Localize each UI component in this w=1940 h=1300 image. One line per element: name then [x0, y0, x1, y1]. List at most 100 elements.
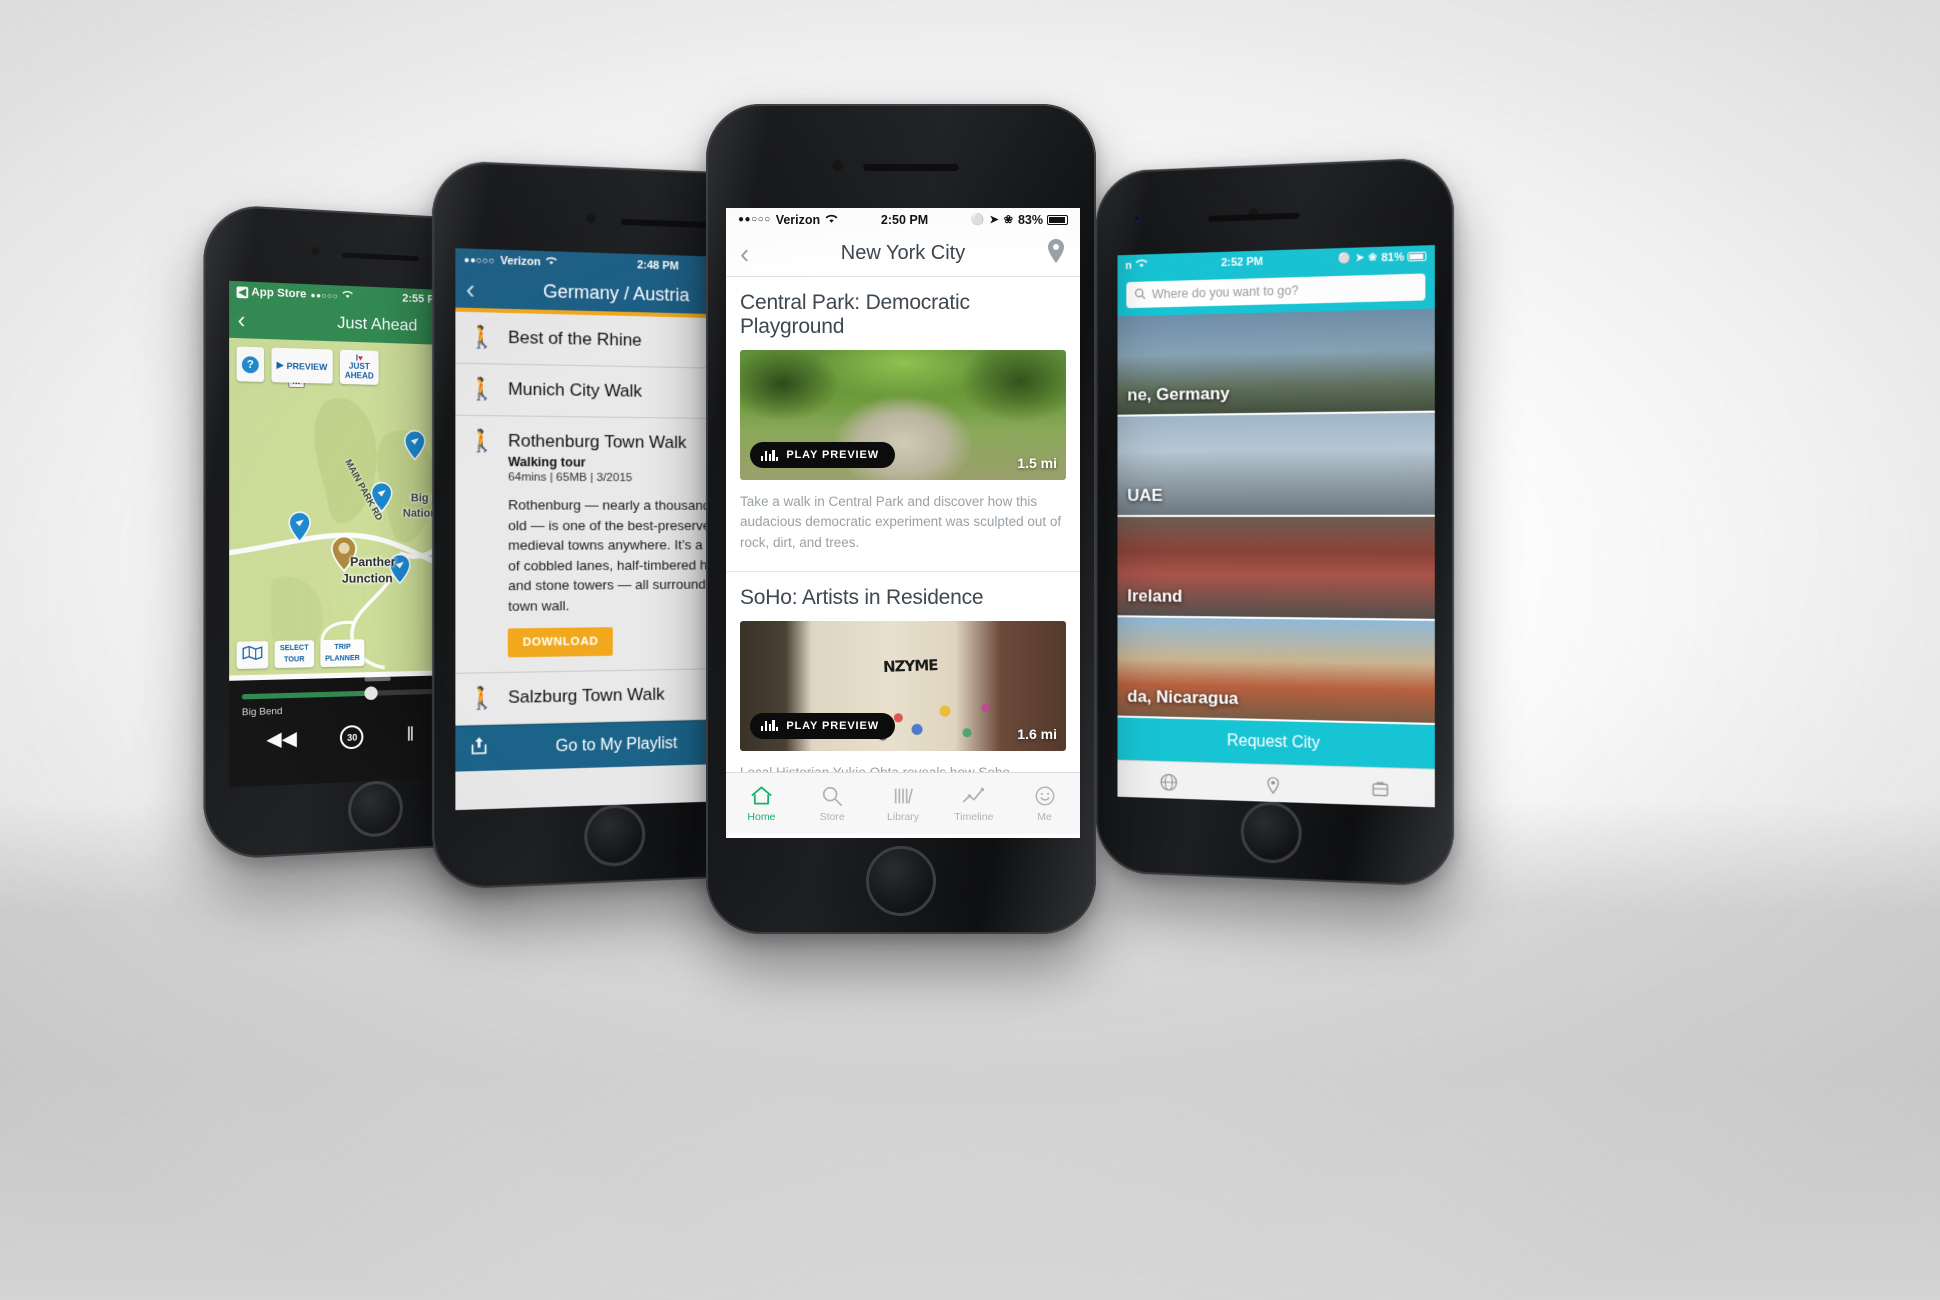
walking-icon: 🚶: [468, 686, 496, 712]
trips-icon: [1370, 778, 1391, 802]
tour-description: Take a walk in Central Park and discover…: [740, 494, 1062, 550]
distance-badge: 1.6 mi: [1017, 725, 1057, 742]
tab-label: Map: [1159, 798, 1178, 808]
phone4-screen: n 2:52 PM ⚪ ➤ ❀ 81% Where do you want to…: [1117, 245, 1435, 808]
preview-label: PREVIEW: [286, 360, 328, 372]
carrier-label: n: [1125, 259, 1132, 272]
search-icon: [1134, 287, 1146, 302]
preview-button[interactable]: ▶ PREVIEW: [271, 347, 333, 384]
back-button[interactable]: ‹: [466, 273, 475, 304]
search-icon: [821, 785, 843, 807]
tab-me[interactable]: Me: [1009, 773, 1080, 834]
play-preview-label: PLAY PREVIEW: [786, 449, 880, 461]
phone3-nav-bar: ‹ New York City: [726, 231, 1080, 277]
tour-description: Local Historian Yukie Ohta reveals how S…: [740, 763, 1066, 772]
battery-icon: [1407, 251, 1427, 262]
map-pin[interactable]: [288, 511, 311, 548]
wifi-icon: [545, 256, 557, 269]
home-button[interactable]: [1240, 800, 1302, 865]
home-button[interactable]: [866, 846, 936, 916]
page-title: New York City: [840, 242, 966, 264]
rewind-button[interactable]: ◀◀: [266, 727, 297, 752]
tour-photo-soho[interactable]: NZYME PLAY PREVIEW 1.6 mi: [740, 620, 1066, 751]
city-name: UAE: [1127, 485, 1163, 505]
tour-feed[interactable]: Central Park: Democratic Playground PLAY…: [726, 277, 1080, 772]
trip-planner-line1: TRIP: [334, 643, 351, 652]
drag-handle[interactable]: [364, 676, 391, 682]
select-tour-line1: SELECT: [279, 644, 309, 653]
signal-dots: ●●○○○: [463, 254, 495, 266]
play-preview-button[interactable]: PLAY PREVIEW: [750, 712, 896, 739]
city-name: da, Nicaragua: [1127, 686, 1239, 709]
phone3-status-bar: ●●○○○ Verizon 2:50 PM ⚪ ➤ ❀ 83%: [726, 208, 1080, 231]
tab-label: Home: [747, 810, 776, 823]
search-input[interactable]: Where do you want to go?: [1126, 273, 1426, 309]
tab-timeline[interactable]: Timeline: [938, 773, 1009, 834]
phone-city-list: n 2:52 PM ⚪ ➤ ❀ 81% Where do you want to…: [1096, 156, 1454, 888]
i-love-just-ahead-button[interactable]: I♥ JUST AHEAD: [339, 349, 379, 386]
location-arrow-icon: ➤: [989, 214, 999, 226]
battery-icon: [1047, 214, 1068, 225]
tab-home[interactable]: Home: [726, 773, 797, 834]
wifi-icon: [1135, 258, 1148, 271]
pin-icon: [1263, 775, 1283, 799]
graffiti-texture: [863, 667, 1021, 751]
tab-library[interactable]: Library: [868, 773, 939, 834]
map-bottom-button-row: SELECT TOUR TRIP PLANNER: [236, 639, 365, 670]
tab-places[interactable]: Places: [1221, 764, 1327, 807]
battery-percent: 83%: [1017, 212, 1043, 227]
tour-title: SoHo: Artists in Residence: [740, 585, 984, 609]
tab-my-trips[interactable]: My Trips: [1326, 767, 1434, 807]
pause-button[interactable]: ‖: [406, 724, 414, 747]
select-tour-line2: TOUR: [283, 655, 305, 664]
tab-store[interactable]: Store: [797, 773, 868, 834]
wifi-icon: [342, 290, 353, 303]
phone4-tab-bar: Map Places My Trips: [1117, 759, 1435, 808]
tour-card[interactable]: SoHo: Artists in Residence NZYME PLAY PR…: [726, 572, 1080, 772]
phone3-tab-bar: Home Store Library Timeline Me: [726, 772, 1080, 834]
tab-label: Library: [886, 810, 920, 823]
back-to-app-store-chevron: ◀: [236, 285, 249, 298]
smiley-icon: [1034, 785, 1056, 807]
back-button[interactable]: ‹: [740, 239, 749, 268]
carrier-label: Verizon: [500, 254, 541, 268]
back-app-label: App Store: [251, 285, 307, 301]
camera-ring: [832, 160, 843, 171]
city-card[interactable]: UAE: [1117, 412, 1435, 517]
trip-planner-button[interactable]: TRIP PLANNER: [319, 639, 365, 668]
clock: 2:48 PM: [637, 258, 679, 273]
city-name: Ireland: [1127, 586, 1183, 606]
play-preview-button[interactable]: PLAY PREVIEW: [750, 442, 896, 468]
equalizer-icon: [761, 449, 779, 461]
home-button[interactable]: [584, 803, 646, 868]
skip-back-30-button[interactable]: 30: [340, 724, 364, 750]
globe-icon: [1159, 772, 1179, 796]
track-title: Big Bend: [241, 705, 283, 719]
signal-dots: ●●○○○: [310, 289, 339, 301]
play-icon: ▶: [276, 359, 284, 370]
walking-icon: 🚶: [468, 377, 496, 402]
front-camera: [1133, 214, 1142, 223]
city-card[interactable]: Ireland: [1117, 516, 1435, 621]
back-button[interactable]: ‹: [238, 306, 246, 333]
tab-map[interactable]: Map: [1117, 761, 1220, 808]
graffiti-tag-text: NZYME: [883, 656, 939, 677]
city-card[interactable]: ne, Germany: [1117, 308, 1435, 417]
map-pin-icon[interactable]: [1046, 238, 1066, 270]
map-pin[interactable]: [404, 430, 426, 466]
map-view-button[interactable]: [236, 641, 269, 670]
city-card[interactable]: da, Nicaragua: [1117, 617, 1435, 726]
tour-name: Salzburg Town Walk: [507, 684, 665, 708]
battery-percent: 81%: [1381, 250, 1405, 264]
page-title: Germany / Austria: [543, 280, 690, 305]
download-button[interactable]: DOWNLOAD: [507, 627, 613, 658]
home-button[interactable]: [348, 779, 403, 839]
help-button[interactable]: ?: [236, 346, 265, 383]
tab-label: Store: [819, 810, 845, 823]
walking-icon: 🚶: [468, 325, 496, 350]
tour-title: Central Park: Democratic Playground: [740, 291, 970, 338]
distance-badge: 1.5 mi: [1017, 455, 1057, 471]
tour-card[interactable]: Central Park: Democratic Playground PLAY…: [726, 277, 1080, 572]
select-tour-button[interactable]: SELECT TOUR: [274, 640, 314, 669]
tour-photo-central-park[interactable]: PLAY PREVIEW 1.5 mi: [740, 350, 1066, 480]
